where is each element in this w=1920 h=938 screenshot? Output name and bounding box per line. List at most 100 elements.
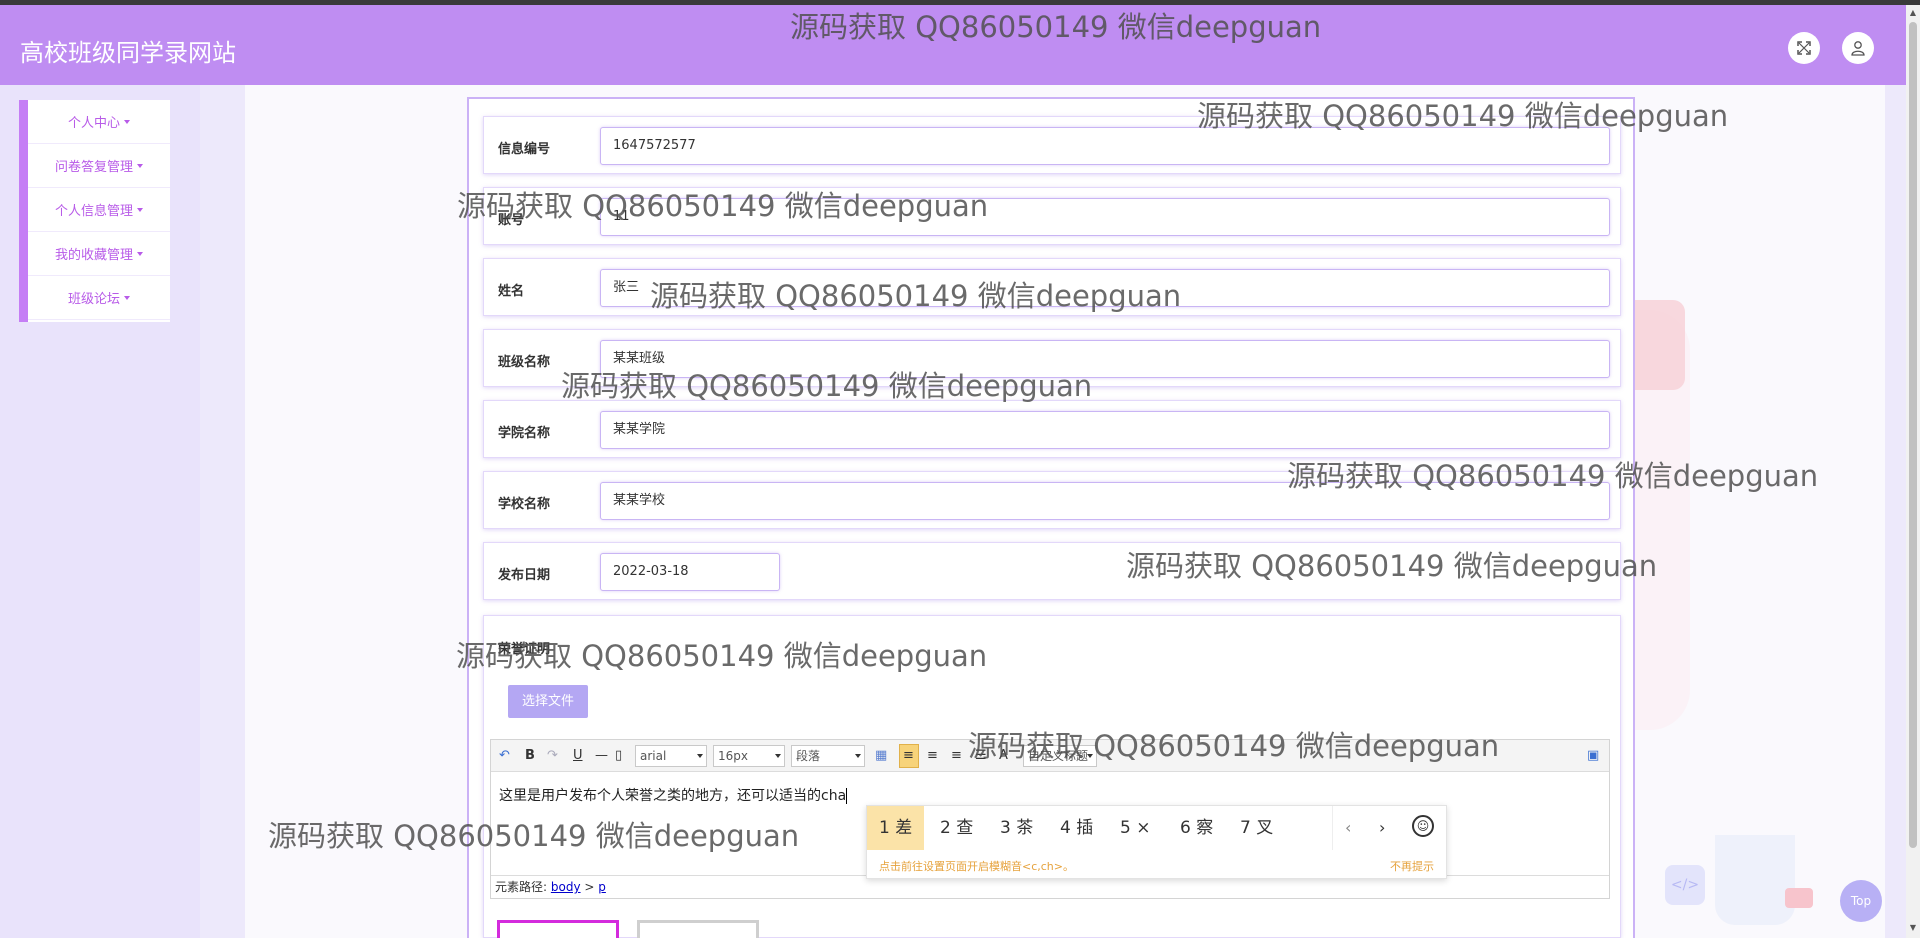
caret-down-icon xyxy=(137,163,143,168)
publish-date-input[interactable]: 2022-03-18 xyxy=(600,553,780,591)
image-thumbnail[interactable] xyxy=(637,920,759,938)
form-row-college: 学院名称 某某学院 xyxy=(483,400,1621,458)
font-color-icon[interactable]: A xyxy=(999,748,1008,763)
site-header: 高校班级同学录网站 xyxy=(0,5,1906,85)
align-left-icon[interactable]: ≡ xyxy=(903,748,914,763)
text-cursor xyxy=(846,788,848,804)
sidebar-item-personal-info[interactable]: 个人信息管理 xyxy=(28,188,170,232)
path-p-link[interactable]: p xyxy=(598,880,606,894)
ime-candidate[interactable]: 7 叉 xyxy=(1240,806,1273,850)
ime-candidate[interactable]: 4 插 xyxy=(1060,806,1093,850)
dropdown-arrow-icon xyxy=(855,754,861,758)
background-plant xyxy=(1715,835,1795,925)
image-thumbnail[interactable] xyxy=(497,920,619,938)
form-row-account: 账号 11 xyxy=(483,187,1621,245)
form-row-honor: 荣誉证明 选择文件 ↶ B ↷ U — ▯ arial 16px 段落 ▦ ≡ … xyxy=(483,615,1621,938)
user-icon xyxy=(1851,41,1865,56)
publish-date-label: 发布日期 xyxy=(498,568,551,583)
dropdown-arrow-icon xyxy=(775,754,781,758)
class-name-label: 班级名称 xyxy=(498,355,551,370)
school-name-input[interactable]: 某某学校 xyxy=(600,482,1610,520)
scroll-up-arrow[interactable]: ▲ xyxy=(1906,5,1920,21)
font-size-value: 16px xyxy=(718,749,748,763)
ime-candidate[interactable]: 5 × xyxy=(1120,806,1150,850)
form-row-name: 姓名 张三 xyxy=(483,258,1621,316)
account-input[interactable]: 11 xyxy=(600,198,1610,236)
horizontal-rule-icon[interactable]: — xyxy=(595,748,608,763)
ime-candidate[interactable]: 1 差 xyxy=(867,806,925,850)
sidebar-item-label: 个人中心 xyxy=(67,116,120,131)
redo-icon[interactable]: ↷ xyxy=(547,748,558,763)
form-row-info-id: 信息编号 1647572577 xyxy=(483,116,1621,174)
ime-next-icon[interactable]: › xyxy=(1379,818,1385,837)
sidebar-item-label: 问卷答复管理 xyxy=(54,160,133,175)
editor-text: 这里是用户发布个人荣誉之类的地方，还可以适当的cha xyxy=(499,788,847,804)
fullscreen-editor-icon[interactable]: ▣ xyxy=(1587,748,1599,763)
editor-toolbar: ↶ B ↷ U — ▯ arial 16px 段落 ▦ ≡ ≡ ≡ ☰ A 自定… xyxy=(491,740,1609,772)
ime-candidate[interactable]: 6 察 xyxy=(1180,806,1213,850)
code-icon: </> xyxy=(1665,865,1705,905)
form-row-class: 班级名称 某某班级 xyxy=(483,329,1621,387)
path-body-link[interactable]: body xyxy=(551,880,581,894)
path-separator: > xyxy=(584,880,595,894)
form-row-school: 学校名称 某某学校 xyxy=(483,471,1621,529)
sidebar-item-personal-center[interactable]: 个人中心 xyxy=(28,100,170,144)
font-family-value: arial xyxy=(640,749,667,763)
custom-heading-select[interactable]: 自定义标题 xyxy=(1023,745,1097,767)
ime-candidate-popup: 1 差 2 查 3 茶 4 插 5 × 6 察 7 叉 ‹ › ☺ 点击前往设置… xyxy=(866,805,1447,879)
undo-icon[interactable]: ↶ xyxy=(499,748,510,763)
ime-candidate[interactable]: 2 查 xyxy=(940,806,973,850)
emoji-icon[interactable]: ☺ xyxy=(1412,815,1434,837)
bold-icon[interactable]: B xyxy=(525,748,535,763)
underline-icon[interactable]: U xyxy=(573,748,583,763)
editor-content[interactable]: 这里是用户发布个人荣誉之类的地方，还可以适当的cha xyxy=(499,785,848,805)
school-name-label: 学校名称 xyxy=(498,497,551,512)
caret-down-icon xyxy=(137,207,143,212)
college-name-input[interactable]: 某某学院 xyxy=(600,411,1610,449)
college-name-label: 学院名称 xyxy=(498,426,551,441)
ime-candidates: 1 差 2 查 3 茶 4 插 5 × 6 察 7 叉 ‹ › ☺ xyxy=(867,806,1448,850)
name-label: 姓名 xyxy=(498,284,525,299)
caret-down-icon xyxy=(137,251,143,256)
user-button[interactable] xyxy=(1842,32,1874,64)
align-right-icon[interactable]: ≡ xyxy=(927,748,938,763)
info-id-input[interactable]: 1647572577 xyxy=(600,127,1610,165)
ime-prev-icon[interactable]: ‹ xyxy=(1345,818,1351,837)
caret-down-icon xyxy=(124,119,130,124)
ime-divider xyxy=(1332,806,1333,850)
dropdown-arrow-icon xyxy=(1087,754,1093,758)
ime-dismiss-link[interactable]: 不再提示 xyxy=(1390,858,1434,874)
table-icon[interactable]: ▦ xyxy=(875,748,887,763)
sidebar-item-favorites[interactable]: 我的收藏管理 xyxy=(28,232,170,276)
caret-down-icon xyxy=(124,295,130,300)
form-row-date: 发布日期 2022-03-18 xyxy=(483,542,1621,600)
honor-label: 荣誉证明 xyxy=(498,642,551,657)
paragraph-value: 段落 xyxy=(796,749,821,763)
new-page-icon[interactable]: ▯ xyxy=(615,748,622,763)
fullscreen-icon xyxy=(1797,41,1811,55)
video-icon xyxy=(1785,888,1813,908)
ime-tip[interactable]: 点击前往设置页面开启模糊音<c,ch>。 xyxy=(879,858,1074,874)
choose-file-button[interactable]: 选择文件 xyxy=(508,685,588,718)
sidebar-item-label: 班级论坛 xyxy=(67,292,120,307)
scrollbar-thumb[interactable] xyxy=(1909,22,1917,848)
sidebar-item-forum[interactable]: 班级论坛 xyxy=(28,276,170,320)
sidebar-item-survey[interactable]: 问卷答复管理 xyxy=(28,144,170,188)
name-input[interactable]: 张三 xyxy=(600,269,1610,307)
ime-candidate[interactable]: 3 茶 xyxy=(1000,806,1033,850)
sidebar-menu: 个人中心 问卷答复管理 个人信息管理 我的收藏管理 班级论坛 xyxy=(19,100,170,322)
dropdown-arrow-icon xyxy=(697,754,703,758)
class-name-input[interactable]: 某某班级 xyxy=(600,340,1610,378)
custom-heading-value: 自定义标题 xyxy=(1028,749,1089,763)
account-label: 账号 xyxy=(498,213,525,228)
sidebar-item-label: 个人信息管理 xyxy=(54,204,133,219)
paragraph-select[interactable]: 段落 xyxy=(791,745,865,767)
font-size-select[interactable]: 16px xyxy=(713,745,785,767)
justify-icon[interactable]: ☰ xyxy=(975,748,987,763)
back-to-top-button[interactable]: Top xyxy=(1840,880,1882,922)
font-family-select[interactable]: arial xyxy=(635,745,707,767)
scroll-down-arrow[interactable]: ▼ xyxy=(1906,920,1920,936)
sidebar-item-label: 我的收藏管理 xyxy=(54,248,133,263)
fullscreen-button[interactable] xyxy=(1788,32,1820,64)
align-center-icon[interactable]: ≡ xyxy=(951,748,962,763)
